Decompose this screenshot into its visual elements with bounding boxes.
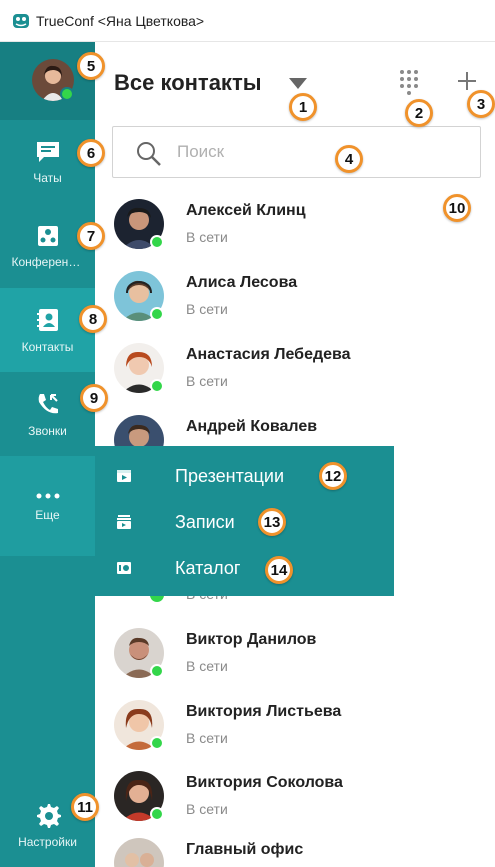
contact-row[interactable]: Анастасия Лебедева В сети bbox=[100, 343, 495, 415]
contact-name: Анастасия Лебедева bbox=[186, 346, 351, 363]
contact-row[interactable]: Виктория Листьева В сети bbox=[100, 700, 495, 772]
menu-item-catalog[interactable]: Каталог bbox=[95, 544, 394, 592]
annotation-badge: 4 bbox=[335, 145, 363, 173]
contact-status: В сети bbox=[186, 229, 228, 245]
search-box[interactable] bbox=[112, 126, 481, 178]
chat-icon bbox=[36, 141, 59, 162]
online-indicator bbox=[150, 664, 164, 678]
contact-row[interactable]: Алексей Клинц В сети bbox=[100, 199, 495, 271]
sidebar-item-contacts[interactable]: Контакты bbox=[0, 288, 95, 372]
online-indicator bbox=[150, 736, 164, 750]
annotation-badge: 3 bbox=[467, 90, 495, 118]
sidebar-item-label: Настройки bbox=[18, 834, 77, 849]
contact-avatar bbox=[114, 838, 164, 867]
sidebar: Чаты Конференции Контакты Звонки Еще Нас… bbox=[0, 42, 95, 867]
page-title[interactable]: Все контакты bbox=[114, 70, 262, 96]
contact-name: Виктория Листьева bbox=[186, 703, 342, 720]
annotation-badge: 12 bbox=[319, 462, 347, 490]
chevron-down-icon[interactable] bbox=[289, 78, 307, 89]
annotation-badge: 2 bbox=[405, 99, 433, 127]
online-indicator bbox=[150, 807, 164, 821]
dialpad-button[interactable] bbox=[394, 66, 424, 96]
contact-name: Виктория Соколова bbox=[186, 774, 343, 791]
my-online-indicator bbox=[60, 87, 74, 101]
window-titlebar: TrueConf <Яна Цветкова> bbox=[0, 0, 495, 42]
menu-item-recordings[interactable]: Записи bbox=[95, 498, 394, 546]
contact-name: Алиса Лесова bbox=[186, 274, 298, 291]
search-icon bbox=[137, 142, 161, 166]
annotation-badge: 7 bbox=[77, 222, 105, 250]
contact-row[interactable]: Виктор Данилов В сети bbox=[100, 628, 495, 700]
sidebar-item-label: Еще bbox=[35, 507, 60, 522]
sidebar-item-more[interactable]: Еще bbox=[0, 456, 95, 556]
sidebar-item-label: Звонки bbox=[28, 423, 67, 438]
contact-name: Андрей Ковалев bbox=[186, 418, 318, 435]
contact-row[interactable]: Виктория Соколова В сети bbox=[100, 771, 495, 843]
gear-icon bbox=[36, 803, 61, 828]
annotation-badge: 11 bbox=[71, 793, 99, 821]
sidebar-item-calls[interactable]: Звонки bbox=[0, 372, 95, 456]
contact-name: Главный офис bbox=[186, 841, 304, 858]
calls-icon bbox=[38, 393, 58, 413]
sidebar-item-label: Контакты bbox=[21, 339, 74, 354]
window-title: TrueConf <Яна Цветкова> bbox=[36, 12, 205, 29]
contact-status: В сети bbox=[186, 373, 228, 389]
menu-item-label: Записи bbox=[175, 511, 235, 532]
contacts-icon bbox=[36, 308, 58, 331]
annotation-badge: 1 bbox=[289, 93, 317, 121]
sidebar-item-label: Чаты bbox=[33, 170, 62, 185]
menu-item-label: Каталог bbox=[175, 557, 241, 578]
more-icon bbox=[36, 493, 59, 498]
more-popup-menu: Презентации Записи Каталог bbox=[95, 446, 394, 596]
online-indicator bbox=[150, 379, 164, 393]
catalog-icon bbox=[117, 562, 131, 574]
annotation-badge: 14 bbox=[265, 556, 293, 584]
annotation-badge: 8 bbox=[79, 305, 107, 333]
annotation-badge: 10 bbox=[443, 194, 471, 222]
online-indicator bbox=[150, 307, 164, 321]
menu-item-presentations[interactable]: Презентации bbox=[95, 452, 394, 500]
contact-status: В сети bbox=[186, 730, 228, 746]
recordings-icon bbox=[117, 515, 131, 529]
contact-name: Виктор Данилов bbox=[186, 631, 317, 648]
sidebar-item-label: Конференции bbox=[11, 254, 84, 269]
presentation-icon bbox=[117, 470, 131, 482]
contact-row[interactable]: Главный офис bbox=[100, 838, 495, 867]
online-indicator bbox=[150, 235, 164, 249]
search-input[interactable] bbox=[177, 139, 467, 165]
annotation-badge: 13 bbox=[258, 508, 286, 536]
trueconf-logo-icon bbox=[13, 13, 29, 28]
annotation-badge: 9 bbox=[80, 384, 108, 412]
conference-icon bbox=[37, 225, 58, 246]
contact-status: В сети bbox=[186, 801, 228, 817]
dialpad-icon bbox=[400, 70, 418, 95]
contact-status: В сети bbox=[186, 301, 228, 317]
contact-name: Алексей Клинц bbox=[186, 202, 306, 219]
annotation-badge: 5 bbox=[77, 52, 105, 80]
annotation-badge: 6 bbox=[77, 139, 105, 167]
profile-avatar-area[interactable] bbox=[0, 42, 95, 120]
menu-item-label: Презентации bbox=[175, 465, 285, 486]
contact-row[interactable]: Алиса Лесова В сети bbox=[100, 271, 495, 343]
contact-status: В сети bbox=[186, 658, 228, 674]
